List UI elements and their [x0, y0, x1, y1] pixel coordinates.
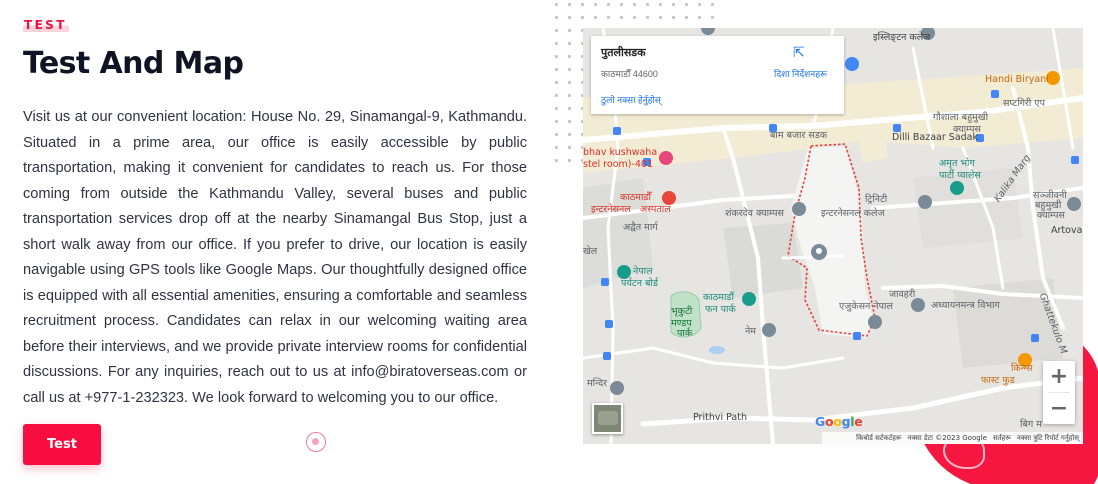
map-label-trinity: ट्रिनिटी — [865, 194, 888, 205]
map-label-park: पार्क — [677, 328, 693, 339]
map-label-hostel-room: stel room)-401 — [583, 159, 654, 170]
ministry-pin-icon — [911, 298, 925, 312]
scroll-indicator-ring — [306, 432, 326, 452]
report-error-link[interactable]: नक्सा त्रुटि रिपोर्ट गर्नुहोस् — [1017, 434, 1079, 443]
map-label-prithvi-path: Prithvi Path — [693, 412, 748, 423]
map-label-adwait-marg: अद्वैत मार्ग — [623, 222, 658, 233]
hotel-pin-icon — [659, 151, 673, 165]
test-button[interactable]: Test — [23, 424, 101, 465]
map-label-saptagiri: सप्टगिरी एप — [1003, 98, 1046, 109]
map-pin-dot — [816, 248, 822, 254]
map-label-fast-food: फास्ट फुड — [981, 375, 1015, 386]
map-label-nema: नेम — [745, 326, 756, 337]
page-title: Test And Map — [23, 46, 244, 81]
map-label-artova: Artova — [1051, 225, 1083, 236]
zoom-in-button[interactable]: + — [1043, 361, 1075, 392]
school-pin-icon — [762, 323, 776, 337]
temple-pin-icon — [610, 381, 624, 395]
college2-pin-icon — [918, 195, 932, 209]
map-label-shankar-dev: शंकरदेव क्याम्पस — [725, 208, 784, 219]
map-label-party-palace: पार्टी प्यालेस — [939, 170, 981, 181]
description-paragraph: Visit us at our convenient location: Hou… — [23, 109, 527, 407]
map-attribution-bar: किबोर्ड सर्टकर्टहरू नक्सा डेटा ©2023 Goo… — [822, 432, 1083, 444]
map-data-text: नक्सा डेटा ©2023 Google — [907, 433, 987, 442]
map-label-hospital2: इन्टरनेसनल — [591, 204, 631, 215]
map-label-bam-bazar: बाम बजार सडक — [770, 130, 828, 141]
map-pond — [709, 346, 725, 354]
map-label-hospital3: अस्पताल — [640, 204, 671, 215]
education-pin-icon — [868, 315, 882, 329]
keyboard-shortcuts-link[interactable]: किबोर्ड सर्टकर्टहरू — [856, 434, 901, 443]
palace-pin-icon — [950, 181, 964, 195]
map-label-tourism-board: पर्यटन बोर्ड — [621, 278, 658, 289]
place-name: पुतलीसडक — [601, 47, 646, 59]
campus-pin-icon — [792, 202, 806, 216]
satellite-toggle[interactable] — [592, 403, 623, 434]
map-label-jawahari: जावहरी — [889, 289, 916, 300]
map-label-international-college: इन्टरनेसनल कलेज — [821, 208, 885, 219]
larger-map-link[interactable]: ठुलो नक्सा हेर्नुहोस् — [601, 93, 661, 106]
map-label-fun-park: फन पार्क — [705, 304, 736, 315]
map-label-mandir: मन्दिर — [587, 378, 608, 389]
map-label-study-dept: अध्यायनमन्त्र विभाग — [931, 300, 1000, 311]
zoom-controls: + − — [1043, 361, 1075, 424]
map-label-college1: इस्लिङ्टन कलेज — [873, 32, 931, 43]
funpark-pin-icon — [742, 292, 756, 306]
google-logo: Google — [815, 414, 863, 429]
map-label-big-mart: बिग म — [1020, 419, 1042, 430]
place-address: काठमाडौँ 44600 — [601, 69, 658, 79]
map-label-handi-biryani: Handi Biryani — [985, 74, 1049, 85]
terms-link[interactable]: सर्तहरू — [993, 434, 1011, 443]
map-label-education-nepal: एजुकेसन नेपाल — [839, 301, 893, 312]
map-label-bhav-kushwaha: bhav kushwaha — [583, 147, 658, 158]
directions-link[interactable]: दिशा निर्देशनहरू — [774, 67, 827, 80]
map-label-khel: खेल — [583, 246, 598, 257]
campus2-pin-icon — [1067, 197, 1081, 211]
map-label-campus2: क्याम्पस — [1037, 210, 1065, 221]
embedded-map[interactable]: इस्लिङ्टन कलेज Handi Biryani सप्टगिरी एप… — [583, 28, 1083, 444]
bank-pin-icon — [845, 57, 859, 71]
map-info-card: पुतलीसडक काठमाडौँ 44600 ठुलो नक्सा हेर्न… — [591, 36, 844, 114]
section-eyebrow: TEST — [23, 17, 69, 32]
zoom-out-button[interactable]: − — [1043, 393, 1075, 424]
directions-icon[interactable]: ⇱ — [793, 46, 807, 60]
map-label-dilli-bazaar: Dilli Bazaar Sadak — [892, 132, 978, 143]
